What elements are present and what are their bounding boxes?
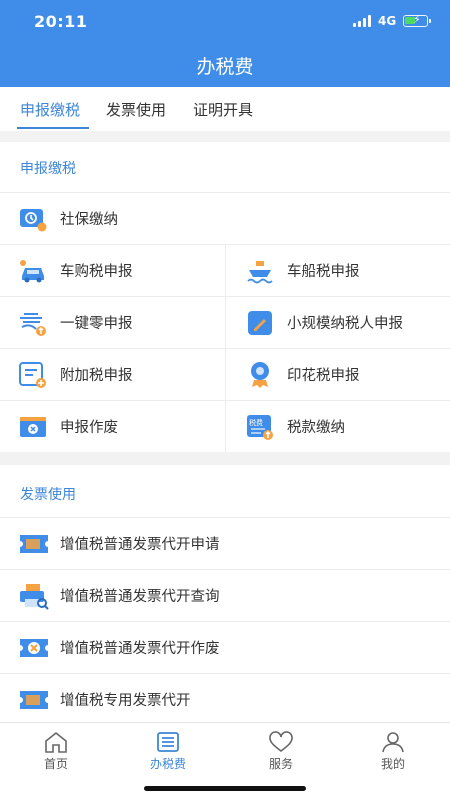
grid-divider xyxy=(225,244,226,452)
section-title-invoice: 发票使用 xyxy=(20,487,76,503)
item-social-security[interactable]: 社保缴纳 xyxy=(18,192,438,244)
item-label: 附加税申报 xyxy=(60,368,133,384)
status-bar: 20:11 4G ⚡ xyxy=(0,0,450,44)
section-gap xyxy=(0,131,450,142)
item-tax-payment[interactable]: 税费 税款缴纳 xyxy=(245,400,445,452)
nav-tax[interactable]: 办税费 xyxy=(128,731,208,775)
item-invoice-void[interactable]: 增值税普通发票代开作废 xyxy=(18,621,438,673)
heart-icon xyxy=(269,731,293,753)
invoice-icon xyxy=(18,685,48,715)
tab-certificate[interactable]: 证明开具 xyxy=(193,99,253,120)
item-invoice-apply[interactable]: 增值税普通发票代开申请 xyxy=(18,517,438,569)
item-label: 车购税申报 xyxy=(60,264,133,280)
page-title: 办税费 xyxy=(196,56,254,78)
item-vessel-tax[interactable]: 车船税申报 xyxy=(245,244,445,296)
item-label: 增值税普通发票代开申请 xyxy=(60,537,220,553)
svg-text:税费: 税费 xyxy=(249,418,263,427)
zero-icon xyxy=(18,308,48,338)
item-void-declare[interactable]: 申报作废 xyxy=(18,400,218,452)
nav-label: 我的 xyxy=(380,757,405,771)
user-icon xyxy=(382,732,404,753)
document-pen-icon xyxy=(245,308,275,338)
section-gap xyxy=(0,452,450,465)
tax-payment-icon: 税费 xyxy=(245,412,275,442)
social-security-icon xyxy=(18,204,48,234)
item-small-scale-taxpayer[interactable]: 小规模纳税人申报 xyxy=(245,296,445,348)
home-indicator[interactable] xyxy=(144,786,306,791)
item-label: 一键零申报 xyxy=(60,316,133,332)
active-tab-indicator xyxy=(17,127,89,129)
nav-service[interactable]: 服务 xyxy=(241,731,321,775)
void-icon xyxy=(18,412,48,442)
invoice-icon xyxy=(18,529,48,559)
nav-label: 办税费 xyxy=(149,757,186,771)
status-time: 20:11 xyxy=(34,12,88,31)
top-bar: 20:11 4G ⚡ 办税费 xyxy=(0,0,450,87)
item-label: 申报作废 xyxy=(60,420,118,436)
tab-bar: 申报缴税 发票使用 证明开具 xyxy=(0,87,450,131)
item-label: 车船税申报 xyxy=(287,264,360,280)
item-label: 增值税普通发票代开作废 xyxy=(60,641,220,657)
car-icon xyxy=(18,256,48,286)
nav-label: 首页 xyxy=(43,757,68,771)
invoice-void-icon xyxy=(18,633,48,663)
list-icon xyxy=(157,732,179,752)
item-label: 印花税申报 xyxy=(287,368,360,384)
item-special-invoice[interactable]: 增值税专用发票代开 xyxy=(18,673,438,725)
item-invoice-query[interactable]: 增值税普通发票代开查询 xyxy=(18,569,438,621)
network-type: 4G xyxy=(378,14,397,28)
printer-search-icon xyxy=(18,581,49,611)
section-title-declare: 申报缴税 xyxy=(20,161,76,177)
battery-icon: ⚡ xyxy=(403,13,431,27)
item-label: 小规模纳税人申报 xyxy=(287,316,403,332)
stamp-icon xyxy=(245,360,275,390)
ship-icon xyxy=(245,256,275,286)
tab-declare[interactable]: 申报缴税 xyxy=(20,99,80,120)
item-label: 税款缴纳 xyxy=(287,420,345,436)
nav-home[interactable]: 首页 xyxy=(16,731,96,775)
nav-label: 服务 xyxy=(268,757,293,771)
item-label: 增值税普通发票代开查询 xyxy=(60,589,220,605)
item-stamp-tax[interactable]: 印花税申报 xyxy=(245,348,445,400)
nav-mine[interactable]: 我的 xyxy=(353,731,433,775)
home-icon xyxy=(45,731,67,753)
item-label: 社保缴纳 xyxy=(60,212,118,228)
item-surtax-declare[interactable]: 附加税申报 xyxy=(18,348,218,400)
item-label: 增值税专用发票代开 xyxy=(60,693,191,709)
tab-invoice[interactable]: 发票使用 xyxy=(106,99,166,120)
item-vehicle-purchase-tax[interactable]: 车购税申报 xyxy=(18,244,218,296)
signal-icon xyxy=(353,15,373,27)
item-zero-declare[interactable]: 一键零申报 xyxy=(18,296,218,348)
form-plus-icon xyxy=(18,360,48,390)
